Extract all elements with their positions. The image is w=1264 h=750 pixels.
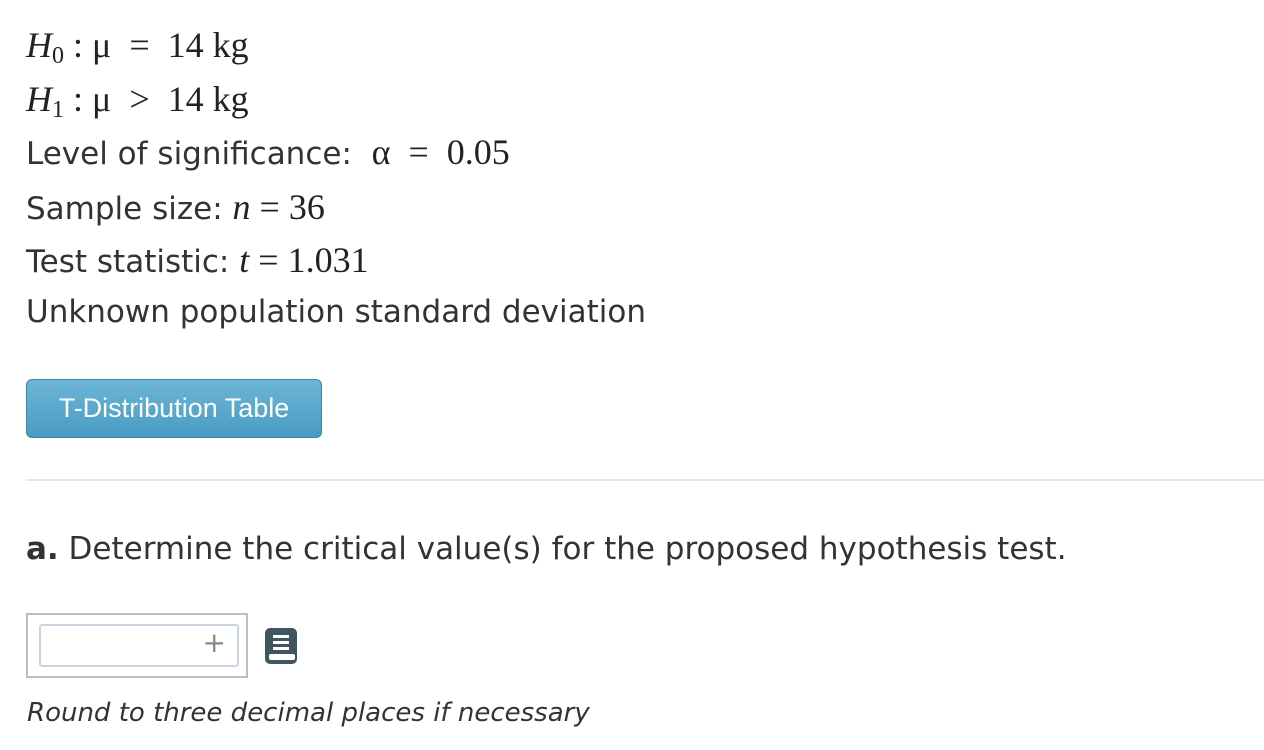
- t-operator: =: [249, 240, 288, 280]
- h0-value: 14 kg: [167, 25, 249, 65]
- alpha-value: 0.05: [446, 132, 510, 172]
- t-value: 1.031: [287, 240, 369, 280]
- book-icon[interactable]: [264, 627, 298, 665]
- h1-operator: >: [111, 79, 168, 119]
- significance-level: Level of significance: α = 0.05: [26, 134, 510, 170]
- t-symbol: t: [239, 240, 250, 280]
- h1-value: 14 kg: [167, 79, 249, 119]
- section-divider: [26, 479, 1264, 481]
- alternative-hypothesis: H1 : μ > 14 kg: [26, 81, 249, 122]
- sample-size: Sample size: n = 36: [26, 189, 325, 225]
- alpha-operator: =: [390, 132, 447, 172]
- h0-subscript: 0: [52, 43, 64, 69]
- h1-symbol: H: [26, 79, 52, 119]
- h0-separator: :: [64, 25, 93, 65]
- h0-mu: μ: [92, 25, 112, 65]
- n-operator: =: [250, 187, 289, 227]
- answer-box: +: [26, 613, 248, 678]
- test-statistic-label: Test statistic:: [26, 244, 240, 280]
- question-letter: a.: [26, 531, 59, 567]
- population-sd-note: Unknown population standard deviation: [26, 294, 647, 330]
- h1-mu: μ: [92, 79, 112, 119]
- h0-symbol: H: [26, 25, 52, 65]
- alpha-symbol: α: [371, 132, 391, 172]
- null-hypothesis: H0 : μ = 14 kg: [26, 27, 249, 68]
- h1-subscript: 1: [52, 97, 64, 123]
- n-symbol: n: [232, 187, 251, 227]
- rounding-hint: Round to three decimal places if necessa…: [27, 698, 590, 728]
- h1-separator: :: [64, 79, 93, 119]
- question-text: Determine the critical value(s) for the …: [58, 531, 1067, 567]
- significance-label: Level of significance:: [26, 136, 372, 172]
- test-statistic: Test statistic: t = 1.031: [26, 242, 369, 278]
- plus-icon[interactable]: +: [203, 627, 226, 659]
- n-value: 36: [288, 187, 325, 227]
- question-a: a. Determine the critical value(s) for t…: [26, 531, 1067, 567]
- h0-operator: =: [111, 25, 168, 65]
- sample-size-label: Sample size:: [26, 191, 233, 227]
- t-distribution-table-button[interactable]: T-Distribution Table: [26, 379, 322, 438]
